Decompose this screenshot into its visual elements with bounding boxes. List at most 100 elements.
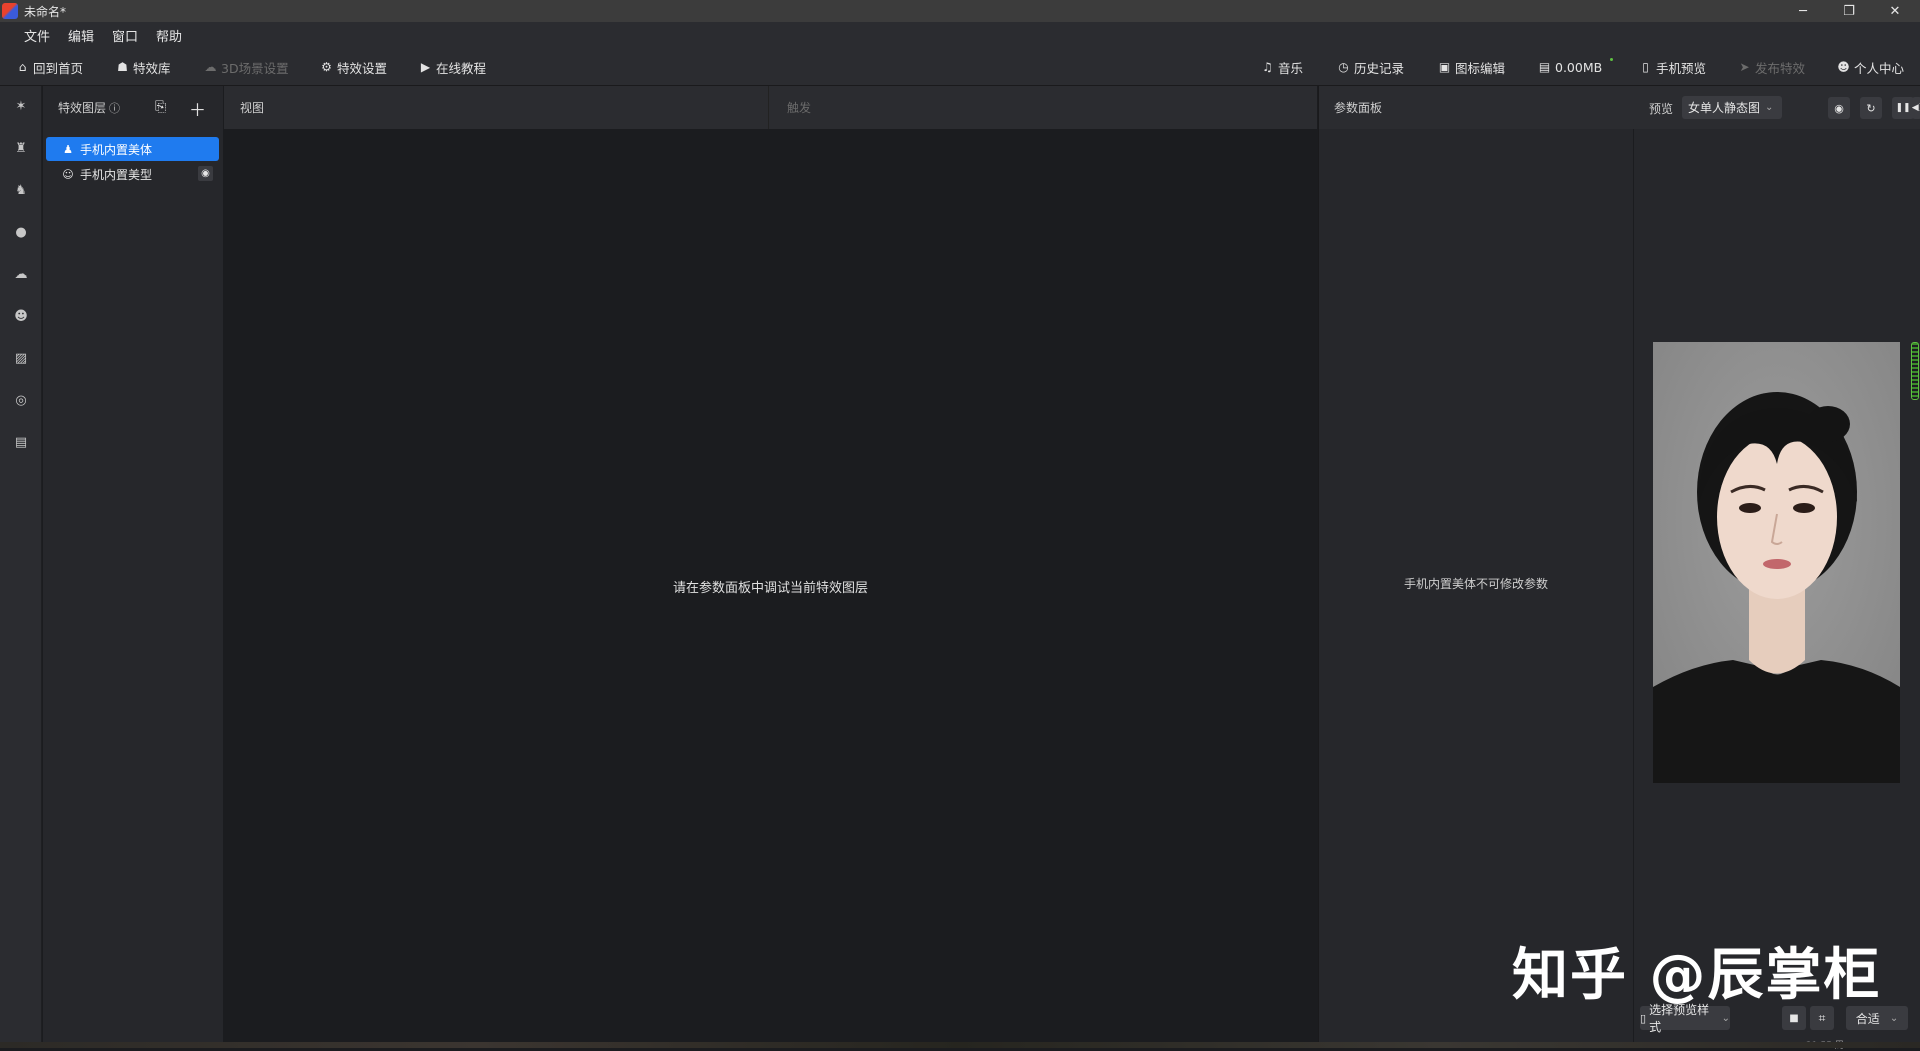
preview-scrollbar[interactable] — [1911, 342, 1919, 400]
preset-value: 女单人静态图 — [1688, 101, 1761, 115]
view-placeholder-text: 请在参数面板中调试当前特效图层 — [672, 581, 868, 596]
effect-library-label: 特效库 — [133, 60, 171, 76]
effect-settings-label: 特效设置 — [337, 60, 388, 76]
memory-status-dot — [1610, 58, 1613, 61]
tutorial-label: 在线教程 — [436, 60, 487, 76]
effect-settings-button[interactable]: ⚙ 特效设置 — [320, 48, 387, 86]
library-icon: ☗ — [117, 60, 128, 74]
desktop-strip — [0, 1042, 1920, 1048]
user-center-label: 个人中心 — [1854, 60, 1905, 76]
image-icon: ▣ — [1438, 60, 1451, 74]
icon-edit-button[interactable]: ▣ 图标编辑 — [1438, 48, 1505, 86]
inbox-icon[interactable]: ⎘ — [155, 99, 166, 115]
add-layer-button[interactable]: ＋ — [189, 96, 206, 121]
fit-label: 合适 — [1855, 1011, 1880, 1026]
title-bar: 未命名* ─ ❐ ✕ — [0, 0, 1920, 22]
minimize-button[interactable]: ─ — [1780, 0, 1826, 22]
effect-icon[interactable]: ✶ — [11, 96, 31, 116]
menu-bar: 文件 编辑 窗口 帮助 — [0, 22, 1920, 48]
app-logo — [2, 3, 18, 19]
phone-icon: ▯ — [1640, 1011, 1647, 1025]
view-canvas[interactable]: 请在参数面板中调试当前特效图层 — [224, 129, 1317, 1042]
portrait-image — [1653, 342, 1900, 783]
layers-title: 特效图层 — [58, 101, 107, 115]
sticker-icon[interactable]: ☻ — [11, 306, 31, 326]
window-title: 未命名* — [24, 4, 67, 19]
publish-label: 发布特效 — [1755, 60, 1806, 76]
layers-header: 特效图层 ⓘ ⎘ ＋ — [43, 86, 223, 129]
scene-3d-label: 3D场景设置 — [221, 60, 289, 76]
music-icon: ♫ — [1262, 60, 1273, 74]
volume-icon[interactable]: ◀) — [1912, 97, 1920, 119]
refresh-icon[interactable]: ↻ — [1860, 97, 1882, 119]
phone-preview-button[interactable]: ▯ 手机预览 — [1639, 48, 1706, 86]
gear-icon: ⚙ — [321, 60, 332, 74]
preview-photo — [1653, 342, 1900, 783]
trigger-header: 触发 — [768, 86, 1317, 129]
left-tool-rail: ✶ ♜ ♞ ● ☁ ☻ ▨ ◎ ▤ — [0, 86, 42, 1042]
hair-icon[interactable]: ☁ — [11, 264, 31, 284]
watermark-text: 知乎 @辰掌柜 — [1512, 943, 1882, 1008]
menu-window[interactable]: 窗口 — [112, 26, 138, 45]
phone-icon: ▯ — [1642, 60, 1649, 74]
layer-item-face-shape[interactable]: ☺ 手机内置美型 ◉ — [46, 162, 219, 186]
home-label: 回到首页 — [33, 60, 84, 76]
face-shape-icon: ☺ — [62, 167, 74, 181]
preview-panel: 预览 女单人静态图 ⌄ ◉ ↻ ❚❚ ◀) — [1634, 86, 1920, 1051]
image-icon[interactable]: ▨ — [11, 348, 31, 368]
chevron-down-icon: ⌄ — [1721, 1012, 1730, 1024]
file-icon: ▤ — [1538, 60, 1551, 74]
trigger-title: 触发 — [787, 101, 812, 115]
params-panel: 参数面板 手机内置美体不可修改参数 — [1318, 86, 1649, 1042]
preview-header: 预览 女单人静态图 ⌄ ◉ ↻ ❚❚ ◀) — [1634, 86, 1920, 129]
text-icon[interactable]: ▤ — [11, 432, 31, 452]
history-button[interactable]: ◷ 历史记录 — [1337, 48, 1404, 86]
pause-icon[interactable]: ❚❚ — [1892, 97, 1914, 119]
body-icon: ♟ — [63, 142, 73, 156]
scene-3d-button[interactable]: ☁ 3D场景设置 — [204, 48, 289, 86]
params-message: 手机内置美体不可修改参数 — [1403, 577, 1548, 591]
preset-select[interactable]: 女单人静态图 ⌄ — [1682, 96, 1782, 119]
menu-help[interactable]: 帮助 — [156, 26, 182, 45]
home-button[interactable]: ⌂ 回到首页 — [16, 48, 83, 86]
camera-icon[interactable]: ◉ — [1828, 97, 1850, 119]
layer-label: 手机内置美体 — [80, 142, 153, 157]
target-icon[interactable]: ◎ — [11, 390, 31, 410]
effect-library-button[interactable]: ☗ 特效库 — [116, 48, 171, 86]
music-button[interactable]: ♫ 音乐 — [1261, 48, 1303, 86]
cube-icon: ☁ — [204, 60, 217, 74]
layer-label: 手机内置美型 — [80, 167, 153, 182]
filter-3d-icon[interactable]: ♞ — [11, 180, 31, 200]
memory-size-label: 0.00MB — [1555, 59, 1603, 75]
menu-file[interactable]: 文件 — [24, 26, 50, 45]
info-icon[interactable]: ⓘ — [109, 100, 120, 116]
home-icon: ⌂ — [18, 60, 27, 74]
params-title: 参数面板 — [1334, 101, 1383, 115]
history-label: 历史记录 — [1354, 60, 1405, 76]
view-header: 视图 — [224, 86, 768, 129]
eye-icon[interactable]: ◉ — [198, 166, 213, 181]
user-center-button[interactable]: ☻ 个人中心 — [1837, 48, 1904, 86]
preview-label: 预览 — [1649, 102, 1674, 116]
chevron-down-icon: ⌄ — [1889, 1012, 1899, 1024]
play-icon: ▶ — [420, 60, 431, 74]
memory-size: ▤ 0.00MB — [1538, 48, 1602, 86]
user-icon: ☻ — [1837, 60, 1850, 74]
restore-button[interactable]: ❐ — [1826, 0, 1872, 22]
toolbar: ⌂ 回到首页 ☗ 特效库 ☁ 3D场景设置 ⚙ 特效设置 ▶ 在线教程 ♫ 音乐 ◷ 历史记录… — [0, 48, 1920, 86]
layer-item-body[interactable]: ♟ 手机内置美体 — [46, 137, 219, 161]
tutorial-button[interactable]: ▶ 在线教程 — [419, 48, 486, 86]
layers-panel: 特效图层 ⓘ ⎘ ＋ ♟ 手机内置美体 ☺ 手机内置美型 ◉ — [43, 86, 223, 1042]
view-title: 视图 — [240, 101, 265, 115]
menu-edit[interactable]: 编辑 — [68, 26, 94, 45]
close-button[interactable]: ✕ — [1872, 0, 1918, 22]
params-header: 参数面板 — [1319, 86, 1649, 129]
face-icon[interactable]: ● — [11, 222, 31, 242]
phone-preview-label: 手机预览 — [1656, 60, 1707, 76]
icon-edit-label: 图标编辑 — [1455, 60, 1506, 76]
music-label: 音乐 — [1278, 60, 1304, 76]
publish-button[interactable]: ➤ 发布特效 — [1738, 48, 1805, 86]
send-icon: ➤ — [1739, 60, 1750, 74]
clock-icon: ◷ — [1338, 60, 1349, 74]
makeup-icon[interactable]: ♜ — [11, 138, 31, 158]
